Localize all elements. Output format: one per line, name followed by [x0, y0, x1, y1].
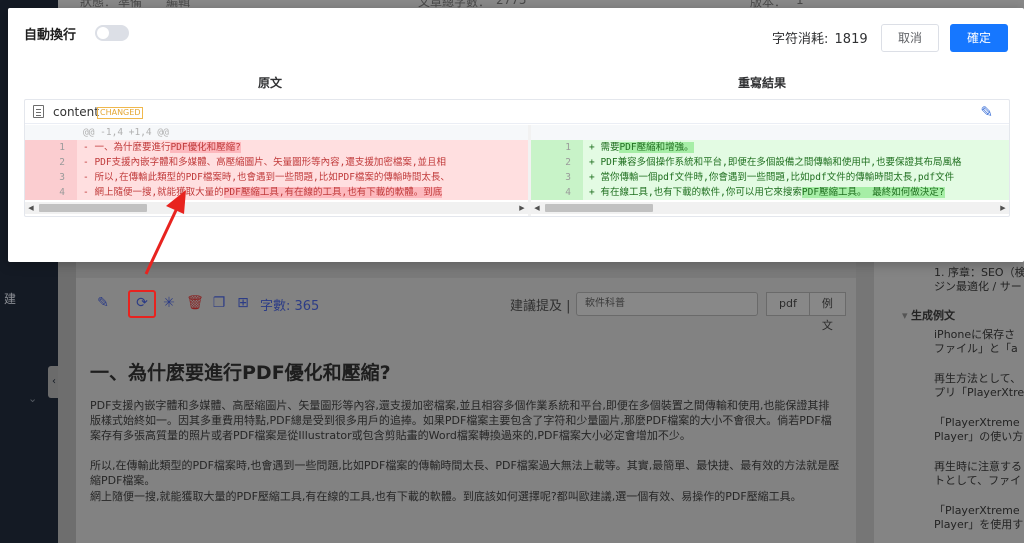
line-number: 3	[25, 170, 71, 185]
scrollbar-thumb[interactable]	[545, 204, 653, 212]
confirm-button[interactable]: 確定	[950, 24, 1008, 52]
scroll-left-arrow-icon[interactable]: ◀	[531, 202, 543, 214]
pdf-button[interactable]: pdf	[766, 292, 810, 316]
example-line: トとして、ファイ	[934, 474, 1022, 487]
diff-line-added: 1 + 需要PDF壓縮和增強。	[531, 140, 1009, 155]
scroll-left-arrow-icon[interactable]: ◀	[25, 202, 37, 214]
annotation-highlight-box	[128, 290, 156, 318]
sidebar-item-create[interactable]: 建	[4, 290, 16, 307]
hunk-header: @@ -1,4 +1,4 @@	[25, 125, 528, 140]
edit-icon[interactable]: ✎	[94, 294, 112, 312]
version-value: 1	[796, 0, 804, 7]
deleted-highlight: PDF優化和壓縮?	[170, 142, 241, 153]
char-cost-value: 1819	[834, 32, 868, 47]
edit-pencil-icon[interactable]: ✎	[980, 103, 993, 121]
example-button[interactable]: 例文	[809, 292, 846, 332]
generated-examples-title[interactable]: 生成例文	[902, 307, 955, 323]
example-line: Player」を使用す	[934, 518, 1024, 531]
char-cost-label: 字符消耗:	[772, 32, 829, 47]
line-number: 3	[531, 170, 577, 185]
example-line: プリ「PlayerXtre	[934, 386, 1024, 399]
diff-rewrite-side[interactable]: 1 + 需要PDF壓縮和增強。 2 + PDF兼容多個操作系統和平台,即便在多個…	[531, 125, 1009, 216]
added-highlight: PDF壓縮和增強。	[619, 142, 694, 153]
diff-line-added: 4 + 有在線工具,也有下載的軟件,你可以用它來搜索PDF壓縮工具。 最終如何做…	[531, 185, 1009, 200]
delete-icon[interactable]: 🗑	[186, 294, 204, 312]
suggest-mention-select[interactable]: 軟件科普	[576, 292, 758, 316]
example-line: ファイル」と「a	[934, 342, 1018, 355]
rewrite-diff-dialog: 自動換行 字符消耗: 1819 取消 確定 原文 重寫結果 content CH…	[8, 8, 1024, 262]
section-heading: 一、為什麼要進行PDF優化和壓縮?	[90, 362, 391, 384]
char-cost: 字符消耗: 1819	[772, 28, 868, 47]
diff-line-deleted: 1 - 一、為什麼要進行PDF優化和壓縮?	[25, 140, 528, 155]
diff-line-deleted: 4 - 網上隨便一搜,就能獲取大量的PDF壓縮工具,有在線的工具,也有下載的軟體…	[25, 185, 528, 200]
outline-line: ジン最適化 / サー	[934, 280, 1022, 293]
original-header: 原文	[258, 76, 283, 90]
chevron-down-icon[interactable]: ⌄	[28, 392, 37, 405]
horizontal-scrollbar-left[interactable]: ◀ ▶	[25, 202, 528, 214]
auto-wrap-label: 自動換行	[24, 28, 77, 43]
changed-badge: CHANGED	[97, 107, 144, 119]
example-line: Player」の使い方	[934, 430, 1024, 443]
auto-wrap-toggle[interactable]	[95, 25, 129, 41]
total-wordcount-value: 2775	[496, 0, 527, 7]
hunk-text: @@ -1,4 +1,4 @@	[83, 127, 169, 138]
diff-original-side[interactable]: @@ -1,4 +1,4 @@ 1 - 一、為什麼要進行PDF優化和壓縮? 2 …	[25, 125, 528, 216]
copy-icon[interactable]: ❐	[210, 294, 228, 312]
scrollbar-thumb[interactable]	[39, 204, 147, 212]
line-number: 2	[531, 155, 577, 170]
line-number: 4	[25, 185, 71, 200]
diff-line-added: 3 + 當你傳輸一個pdf文件時,你會遇到一些問題,比如pdf文件的傳輸時間太長…	[531, 170, 1009, 185]
diff-line-deleted: 3 - 所以,在傳輸此類型的PDF檔案時,也會遇到一些問題,比如PDF檔案的傳輸…	[25, 170, 528, 185]
hunk-spacer	[531, 125, 1009, 140]
diff-file-name: content	[53, 105, 99, 119]
suggest-mention-label: 建議提及 |	[510, 299, 571, 314]
cancel-button[interactable]: 取消	[881, 24, 939, 52]
paragraph: 網上隨便一搜,就能獲取大量的PDF壓縮工具,有在線的工具,也有下載的軟體。到底該…	[90, 490, 802, 503]
gutter	[58, 260, 76, 543]
scroll-right-arrow-icon[interactable]: ▶	[997, 202, 1009, 214]
editor-panel: ✎ ⟳ ✳ 🗑 ❐ ⊞ 字數: 365 建議提及 | 軟件科普 pdf 例文 一…	[76, 278, 856, 543]
diff-header: content CHANGED ✎	[25, 100, 1009, 124]
deleted-highlight: PDF壓縮工具,有在線的工具,也有下載的軟體。到底	[223, 187, 443, 198]
view-button-group: pdf 例文	[766, 292, 846, 332]
section-wordcount: 字數: 365	[260, 299, 320, 314]
diff-panel: content CHANGED ✎ @@ -1,4 +1,4 @@ 1 - 一、…	[24, 99, 1010, 217]
example-panel: 1. 序章：SEO（検 ジン最適化 / サー 生成例文 iPhoneに保存さ フ…	[874, 260, 1024, 543]
editor-toolbar: ✎ ⟳ ✳ 🗑 ❐ ⊞ 字數: 365 建議提及 | 軟件科普 pdf 例文	[94, 290, 846, 332]
added-highlight: PDF壓縮工具。 最終如何做決定?	[801, 187, 945, 198]
line-number: 1	[25, 140, 71, 155]
horizontal-scrollbar-right[interactable]: ◀ ▶	[531, 202, 1009, 214]
file-icon	[33, 105, 44, 118]
line-number: 4	[531, 185, 577, 200]
sparkle-icon[interactable]: ✳	[160, 294, 178, 312]
diff-line-added: 2 + PDF兼容多個操作系統和平台,即便在多個設備之間傳輸和使用中,也要保證其…	[531, 155, 1009, 170]
diff-line-deleted: 2 - PDF支援內嵌字體和多媒體、高壓縮圖片、矢量圖形等內容,還支援加密檔案,…	[25, 155, 528, 170]
paragraph: PDF支援內嵌字體和多媒體、高壓縮圖片、矢量圖形等內容,還支援加密檔案,並且相容…	[90, 399, 832, 442]
scroll-right-arrow-icon[interactable]: ▶	[516, 202, 528, 214]
line-number: 2	[25, 155, 71, 170]
rewrite-header: 重寫結果	[738, 76, 787, 90]
line-number: 1	[531, 140, 577, 155]
add-doc-icon[interactable]: ⊞	[234, 294, 252, 312]
panel-divider	[856, 260, 874, 543]
paragraph: 所以,在傳輸此類型的PDF檔案時,也會遇到一些問題,比如PDF檔案的傳輸時間太長…	[90, 459, 840, 487]
